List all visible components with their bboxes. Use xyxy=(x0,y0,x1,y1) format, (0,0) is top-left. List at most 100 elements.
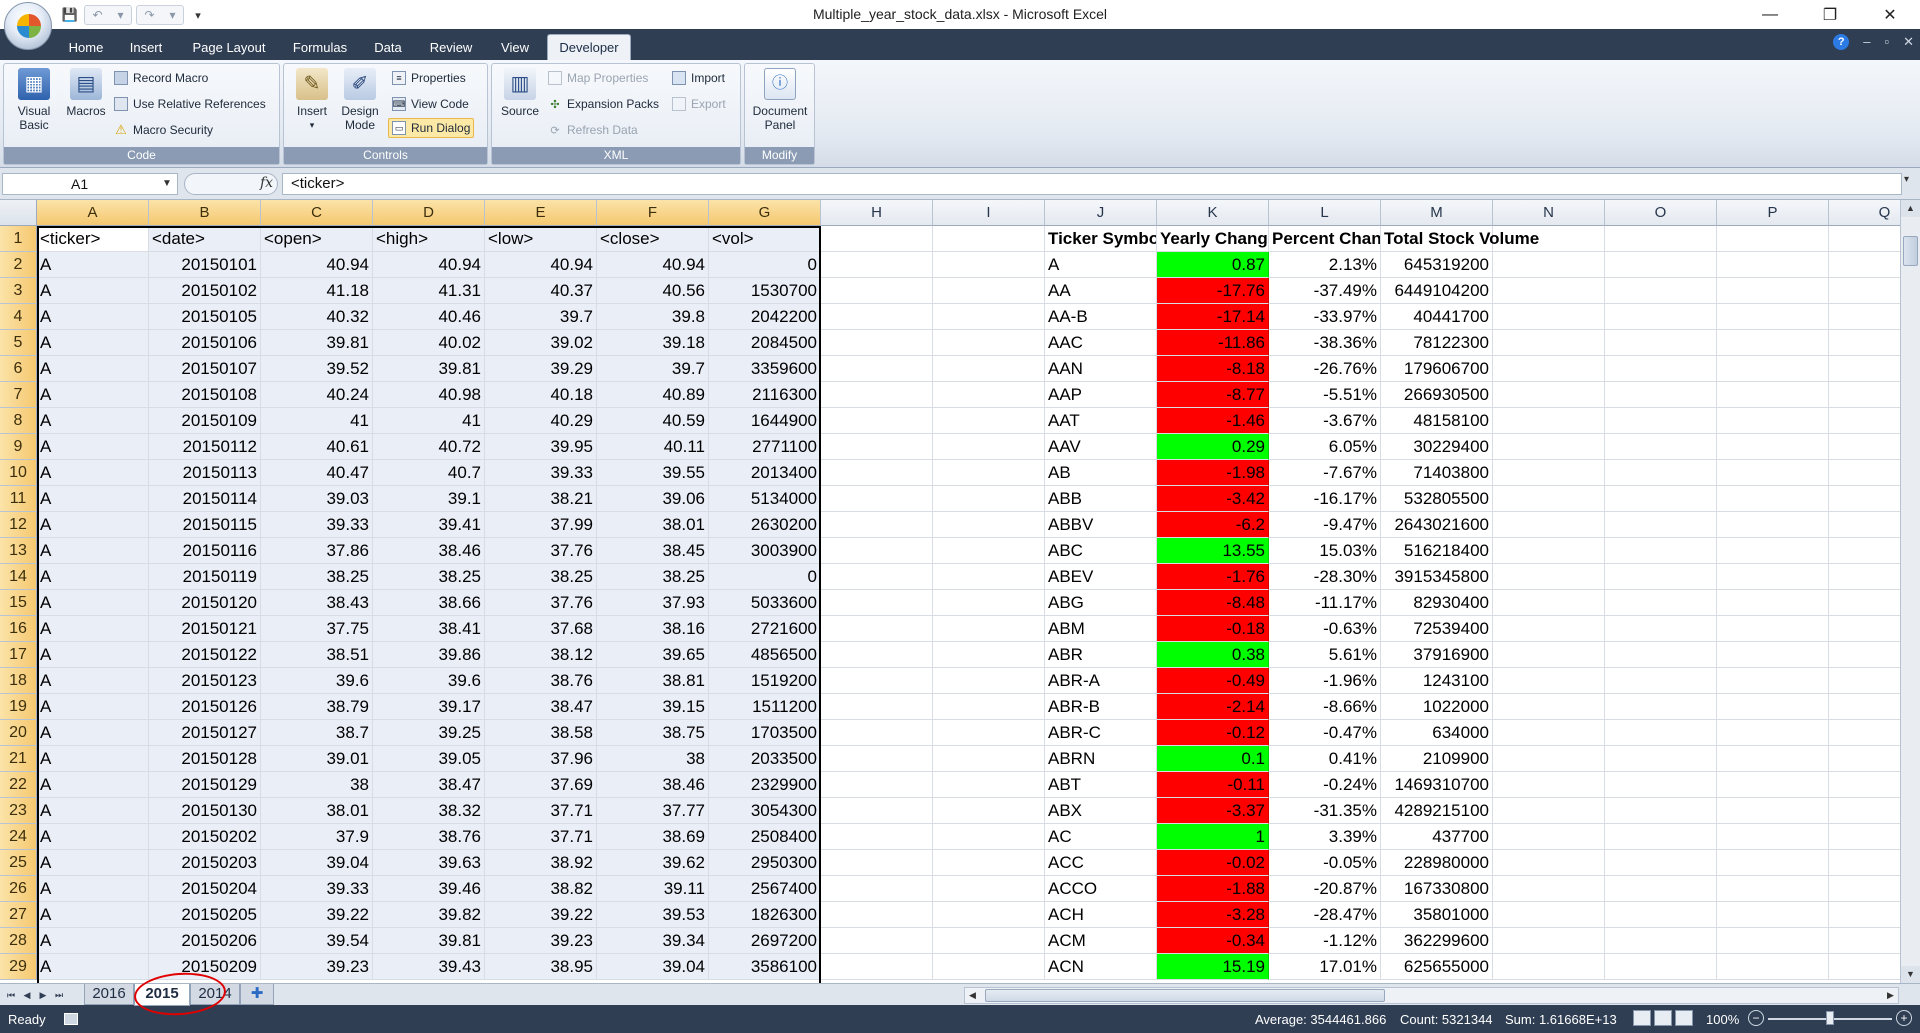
cell-p27[interactable] xyxy=(1717,902,1829,928)
cell-i21[interactable] xyxy=(933,746,1045,772)
cell-i3[interactable] xyxy=(933,278,1045,304)
cell-o26[interactable] xyxy=(1605,876,1717,902)
cell-g28[interactable]: 2697200 xyxy=(709,928,821,954)
cell-b24[interactable]: 20150202 xyxy=(149,824,261,850)
cell-l9[interactable]: 6.05% xyxy=(1269,434,1381,460)
cell-d8[interactable]: 41 xyxy=(373,408,485,434)
cell-f16[interactable]: 38.16 xyxy=(597,616,709,642)
cell-o12[interactable] xyxy=(1605,512,1717,538)
cell-g11[interactable]: 5134000 xyxy=(709,486,821,512)
cell-n5[interactable] xyxy=(1493,330,1605,356)
first-sheet-icon[interactable]: ⏮ xyxy=(4,987,18,1003)
cell-l19[interactable]: -8.66% xyxy=(1269,694,1381,720)
office-button[interactable] xyxy=(4,2,52,50)
cell-d13[interactable]: 38.46 xyxy=(373,538,485,564)
cell-k26[interactable]: -1.88 xyxy=(1157,876,1269,902)
cell-n8[interactable] xyxy=(1493,408,1605,434)
cell-o3[interactable] xyxy=(1605,278,1717,304)
cell-h27[interactable] xyxy=(821,902,933,928)
last-sheet-icon[interactable]: ⏭ xyxy=(52,987,66,1003)
cell-e25[interactable]: 38.92 xyxy=(485,850,597,876)
cell-l2[interactable]: 2.13% xyxy=(1269,252,1381,278)
import-button[interactable]: Import xyxy=(672,68,725,88)
cell-b10[interactable]: 20150113 xyxy=(149,460,261,486)
cell-i27[interactable] xyxy=(933,902,1045,928)
tab-review[interactable]: Review xyxy=(420,34,482,60)
cell-i20[interactable] xyxy=(933,720,1045,746)
cell-k4[interactable]: -17.14 xyxy=(1157,304,1269,330)
macro-security-button[interactable]: ⚠ Macro Security xyxy=(114,120,213,140)
cell-o27[interactable] xyxy=(1605,902,1717,928)
cell-m9[interactable]: 30229400 xyxy=(1381,434,1493,460)
cell-l8[interactable]: -3.67% xyxy=(1269,408,1381,434)
cell-n25[interactable] xyxy=(1493,850,1605,876)
cell-b1[interactable]: <date> xyxy=(149,226,261,252)
row-header-2[interactable]: 2 xyxy=(0,252,37,278)
cell-m11[interactable]: 532805500 xyxy=(1381,486,1493,512)
cell-m19[interactable]: 1022000 xyxy=(1381,694,1493,720)
cell-i10[interactable] xyxy=(933,460,1045,486)
cell-o25[interactable] xyxy=(1605,850,1717,876)
cell-f29[interactable]: 39.04 xyxy=(597,954,709,980)
cell-a23[interactable]: A xyxy=(37,798,149,824)
insert-sheet-icon[interactable]: ✚ xyxy=(240,984,274,1005)
horizontal-scrollbar[interactable]: ◀ ▶ xyxy=(964,987,1899,1004)
cell-a2[interactable]: A xyxy=(37,252,149,278)
column-header-l[interactable]: L xyxy=(1269,200,1381,226)
cell-n26[interactable] xyxy=(1493,876,1605,902)
row-header-11[interactable]: 11 xyxy=(0,486,37,512)
cell-n16[interactable] xyxy=(1493,616,1605,642)
cell-a10[interactable]: A xyxy=(37,460,149,486)
cell-c4[interactable]: 40.32 xyxy=(261,304,373,330)
cell-a25[interactable]: A xyxy=(37,850,149,876)
vertical-scroll-thumb[interactable] xyxy=(1903,236,1918,266)
cell-o5[interactable] xyxy=(1605,330,1717,356)
column-header-o[interactable]: O xyxy=(1605,200,1717,226)
cell-b17[interactable]: 20150122 xyxy=(149,642,261,668)
row-header-17[interactable]: 17 xyxy=(0,642,37,668)
cell-m22[interactable]: 1469310700 xyxy=(1381,772,1493,798)
cell-l22[interactable]: -0.24% xyxy=(1269,772,1381,798)
row-header-13[interactable]: 13 xyxy=(0,538,37,564)
cell-k17[interactable]: 0.38 xyxy=(1157,642,1269,668)
cell-p15[interactable] xyxy=(1717,590,1829,616)
cell-m24[interactable]: 437700 xyxy=(1381,824,1493,850)
cell-n28[interactable] xyxy=(1493,928,1605,954)
cell-m16[interactable]: 72539400 xyxy=(1381,616,1493,642)
cell-h7[interactable] xyxy=(821,382,933,408)
cell-e10[interactable]: 39.33 xyxy=(485,460,597,486)
zoom-in-icon[interactable]: + xyxy=(1896,1010,1912,1026)
cell-p2[interactable] xyxy=(1717,252,1829,278)
cell-p4[interactable] xyxy=(1717,304,1829,330)
cell-m26[interactable]: 167330800 xyxy=(1381,876,1493,902)
cell-e14[interactable]: 38.25 xyxy=(485,564,597,590)
cell-m17[interactable]: 37916900 xyxy=(1381,642,1493,668)
cell-j5[interactable]: AAC xyxy=(1045,330,1157,356)
cell-j7[interactable]: AAP xyxy=(1045,382,1157,408)
row-header-26[interactable]: 26 xyxy=(0,876,37,902)
cell-c20[interactable]: 38.7 xyxy=(261,720,373,746)
cell-k14[interactable]: -1.76 xyxy=(1157,564,1269,590)
cell-d3[interactable]: 41.31 xyxy=(373,278,485,304)
cell-a3[interactable]: A xyxy=(37,278,149,304)
cell-a18[interactable]: A xyxy=(37,668,149,694)
cell-o6[interactable] xyxy=(1605,356,1717,382)
cell-o19[interactable] xyxy=(1605,694,1717,720)
cell-f24[interactable]: 38.69 xyxy=(597,824,709,850)
cell-c13[interactable]: 37.86 xyxy=(261,538,373,564)
next-sheet-icon[interactable]: ▶ xyxy=(36,987,50,1003)
cell-n21[interactable] xyxy=(1493,746,1605,772)
cell-j24[interactable]: AC xyxy=(1045,824,1157,850)
cell-p13[interactable] xyxy=(1717,538,1829,564)
select-all-corner[interactable] xyxy=(0,200,37,226)
cell-i6[interactable] xyxy=(933,356,1045,382)
cell-b15[interactable]: 20150120 xyxy=(149,590,261,616)
cell-g22[interactable]: 2329900 xyxy=(709,772,821,798)
row-header-18[interactable]: 18 xyxy=(0,668,37,694)
column-header-g[interactable]: G xyxy=(709,200,821,226)
cell-d6[interactable]: 39.81 xyxy=(373,356,485,382)
cell-c3[interactable]: 41.18 xyxy=(261,278,373,304)
cell-g27[interactable]: 1826300 xyxy=(709,902,821,928)
cell-a22[interactable]: A xyxy=(37,772,149,798)
cell-o20[interactable] xyxy=(1605,720,1717,746)
